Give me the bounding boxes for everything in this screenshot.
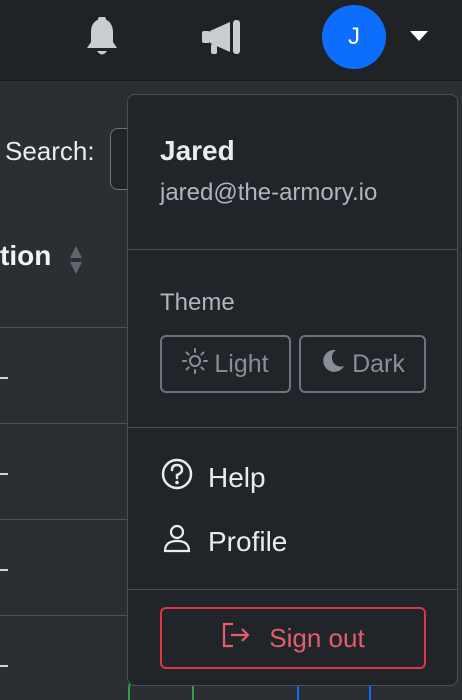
profile-menu-item[interactable]: Profile bbox=[160, 521, 287, 562]
menu-divider bbox=[128, 589, 457, 590]
person-icon bbox=[160, 521, 194, 562]
avatar-initial: J bbox=[348, 23, 360, 50]
sun-icon bbox=[182, 347, 209, 381]
sign-out-button[interactable]: Sign out bbox=[160, 607, 426, 669]
theme-label: Theme bbox=[160, 289, 235, 316]
help-label: Help bbox=[208, 461, 266, 493]
row-divider bbox=[0, 327, 130, 328]
menu-divider bbox=[128, 427, 457, 428]
caret-down-icon[interactable] bbox=[405, 24, 433, 48]
theme-dark-button[interactable]: Dark bbox=[299, 335, 426, 393]
table-cell-placeholder bbox=[0, 665, 8, 667]
theme-light-button[interactable]: Light bbox=[160, 335, 291, 393]
table-cell-placeholder bbox=[0, 377, 8, 379]
row-divider bbox=[0, 615, 130, 616]
row-divider bbox=[0, 423, 130, 424]
megaphone-icon[interactable] bbox=[200, 16, 244, 60]
search-label: Search: bbox=[5, 136, 95, 166]
user-dropdown-menu: Jared jared@the-armory.io Theme Light Da… bbox=[127, 94, 458, 686]
question-circle-icon bbox=[160, 457, 194, 498]
bell-icon[interactable] bbox=[80, 16, 124, 60]
table-cell-placeholder bbox=[0, 473, 8, 475]
sign-out-icon bbox=[221, 621, 251, 656]
user-avatar[interactable]: J bbox=[322, 5, 386, 69]
profile-label: Profile bbox=[208, 525, 288, 557]
sign-out-label: Sign out bbox=[269, 622, 365, 653]
theme-light-label: Light bbox=[214, 349, 269, 378]
column-header[interactable]: tion bbox=[0, 240, 51, 272]
user-email: jared@the-armory.io bbox=[160, 179, 378, 206]
top-navbar: J bbox=[0, 0, 462, 81]
sort-icon[interactable] bbox=[66, 240, 86, 280]
table-cell-placeholder bbox=[0, 569, 8, 571]
row-divider bbox=[0, 519, 130, 520]
user-name: Jared bbox=[160, 135, 235, 166]
moon-icon bbox=[320, 348, 346, 381]
help-menu-item[interactable]: Help bbox=[160, 457, 266, 498]
menu-divider bbox=[128, 249, 457, 250]
theme-dark-label: Dark bbox=[352, 349, 405, 378]
